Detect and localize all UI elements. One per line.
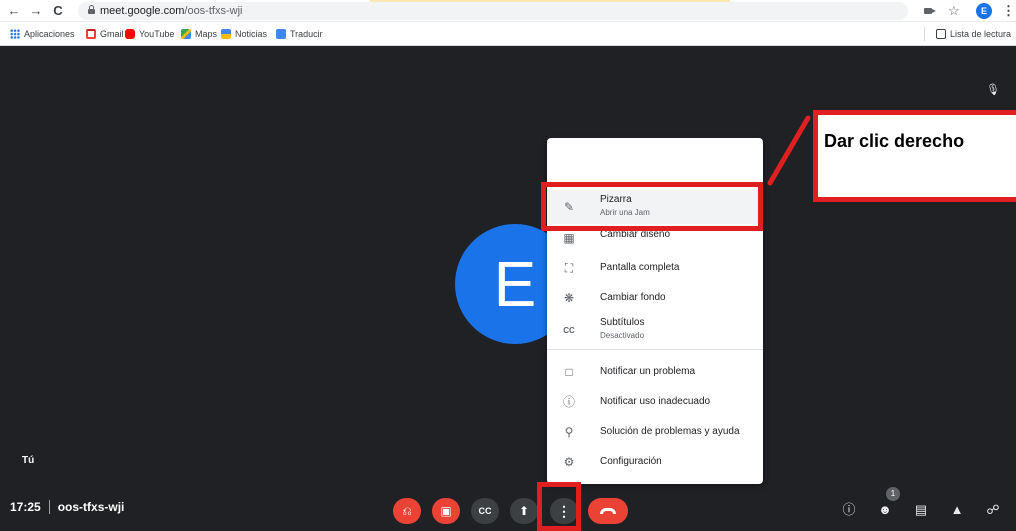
instruction-text: Dar clic derecho — [824, 131, 965, 151]
pointer-line — [767, 115, 811, 186]
instruction-callout: Dar clic derecho — [813, 110, 1016, 202]
